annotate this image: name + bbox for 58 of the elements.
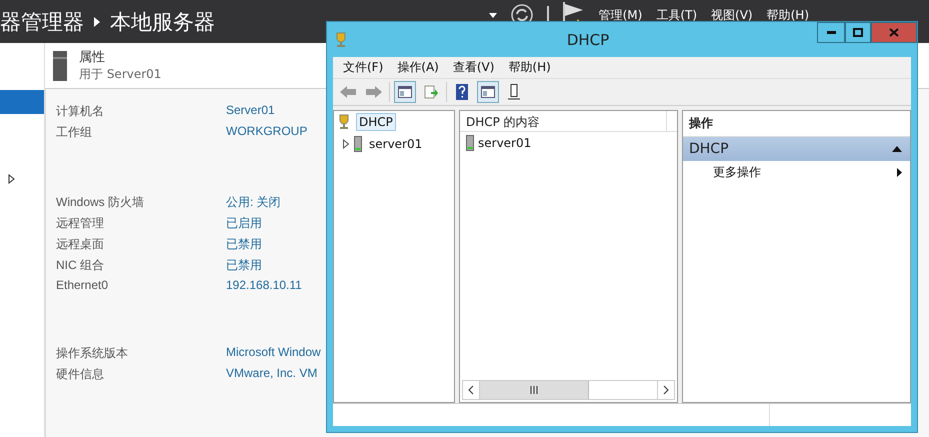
menu-item[interactable]: 帮助(H) <box>508 59 551 76</box>
submenu-arrow-icon <box>897 168 902 177</box>
property-label: 远程桌面 <box>56 236 104 253</box>
tree-item[interactable]: server01 <box>366 135 426 153</box>
tree-item[interactable]: DHCP <box>356 113 396 131</box>
close-button[interactable] <box>871 22 917 43</box>
property-value[interactable]: 已启用 <box>226 215 262 232</box>
maximize-button[interactable] <box>845 22 871 43</box>
property-value[interactable]: WORKGROUP <box>226 124 308 141</box>
menu-item[interactable]: 管理(M) <box>598 6 642 24</box>
section-subtitle: 用于 Server01 <box>79 66 162 83</box>
close-icon <box>889 28 899 37</box>
property-label: NIC 组合 <box>56 257 104 274</box>
property-label: Ethernet0 <box>56 278 108 292</box>
breadcrumb-item: 本地服务器 <box>110 8 215 36</box>
menu-item[interactable]: 查看(V) <box>452 59 494 76</box>
collapse-arrow-icon <box>892 146 902 152</box>
property-label: 硬件信息 <box>56 366 104 383</box>
action-item[interactable]: 更多操作 <box>713 164 761 181</box>
minimize-button[interactable] <box>817 22 845 43</box>
action-pane-icon[interactable] <box>477 81 499 103</box>
menu-item[interactable]: 帮助(H) <box>766 6 809 24</box>
actions-section-header[interactable]: DHCP <box>683 137 910 161</box>
maximize-icon <box>853 28 863 37</box>
server-icon <box>466 135 474 151</box>
column-header[interactable]: DHCP 的内容 <box>460 111 667 131</box>
grip-icon <box>530 386 538 394</box>
breadcrumb-item: 器管理器 <box>0 8 84 36</box>
property-label: Windows 防火墙 <box>56 194 144 211</box>
property-value[interactable]: Microsoft Window <box>226 345 321 362</box>
property-label: 工作组 <box>56 124 92 141</box>
list-item[interactable]: server01 <box>478 136 532 150</box>
server-icon <box>53 50 67 80</box>
property-label: 远程管理 <box>56 215 104 232</box>
property-value[interactable]: VMware, Inc. VM <box>226 366 318 383</box>
menu-item[interactable]: 操作(A) <box>397 59 439 76</box>
breadcrumb-separator-icon <box>94 16 100 26</box>
minimize-icon <box>826 31 836 34</box>
scroll-left-icon[interactable] <box>468 385 474 395</box>
property-value[interactable]: Server01 <box>226 103 275 120</box>
property-label: 计算机名 <box>56 103 104 120</box>
section-title: 属性 <box>79 49 106 66</box>
property-label: 操作系统版本 <box>56 345 128 362</box>
horizontal-scrollbar[interactable] <box>462 380 675 400</box>
menu-item[interactable]: 工具(T) <box>656 6 698 24</box>
property-value[interactable]: 已禁用 <box>226 236 262 253</box>
property-value[interactable]: 192.168.10.11 <box>226 278 302 292</box>
expand-arrow-icon[interactable] <box>8 174 15 184</box>
menu-item[interactable]: 文件(F) <box>343 59 384 76</box>
console-tree-icon[interactable] <box>394 81 416 103</box>
server-icon <box>354 136 362 152</box>
expand-arrow-icon[interactable] <box>342 139 350 149</box>
scroll-right-icon[interactable] <box>663 385 669 395</box>
window-title: DHCP <box>566 30 610 48</box>
dropdown-caret-icon[interactable] <box>488 12 497 18</box>
property-value[interactable]: 公用: 关闭 <box>226 194 281 211</box>
property-value[interactable]: 已禁用 <box>226 257 262 274</box>
menu-item[interactable]: 视图(V) <box>711 6 753 24</box>
